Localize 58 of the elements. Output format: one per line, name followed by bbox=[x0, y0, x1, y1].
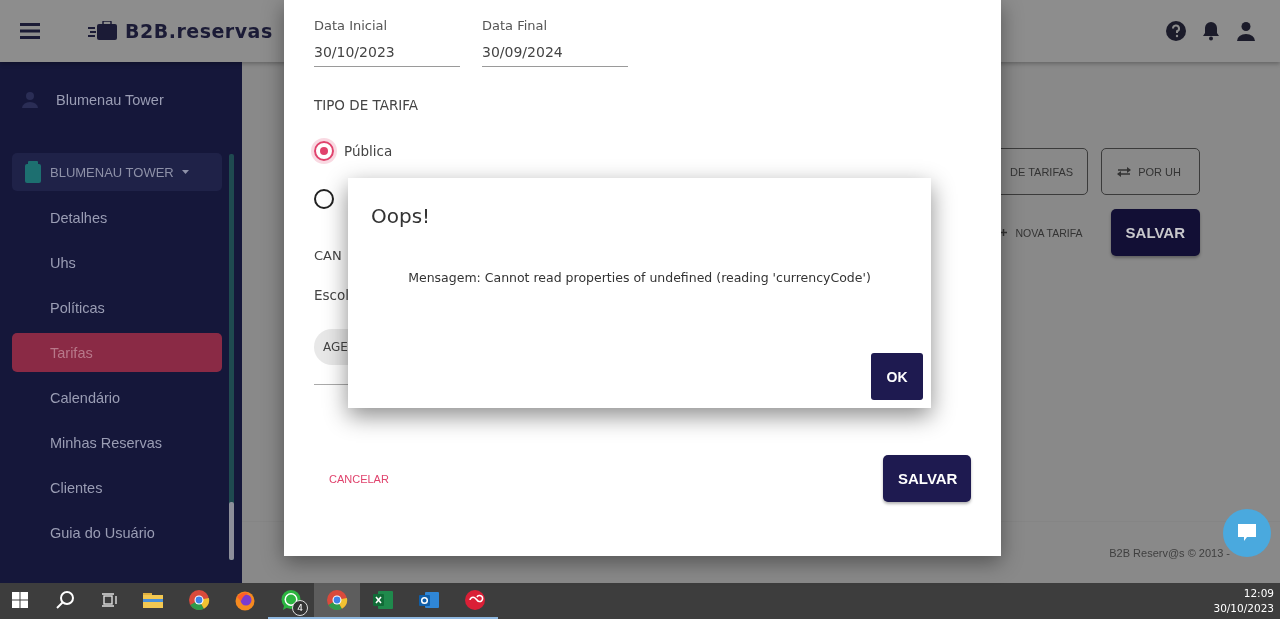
field-value: 30/10/2023 bbox=[314, 44, 396, 60]
clock-date: 30/10/2023 bbox=[1213, 601, 1274, 616]
round-logo-icon bbox=[326, 589, 348, 611]
save-button[interactable]: SALVAR bbox=[1110, 209, 1200, 256]
alert-title: Oops! bbox=[371, 204, 432, 228]
taskbar-app[interactable] bbox=[314, 583, 360, 619]
date-field[interactable]: Data Final 30/09/2024 bbox=[482, 18, 628, 67]
date-field[interactable]: Data Inicial 30/10/2023 bbox=[314, 18, 460, 67]
save-button[interactable]: SALVAR bbox=[883, 455, 971, 502]
briefcase-icon bbox=[88, 21, 118, 41]
account-name: Blumenau Tower bbox=[56, 92, 164, 108]
scrollbar[interactable] bbox=[229, 154, 234, 560]
fox-icon bbox=[234, 589, 256, 611]
sidebar-item[interactable]: Clientes bbox=[12, 468, 222, 507]
radio-label: Pública bbox=[344, 143, 393, 159]
ring-logo-icon bbox=[464, 589, 486, 611]
clock[interactable]: 12:09 30/10/2023 bbox=[1213, 583, 1280, 619]
section-title: CAN bbox=[314, 248, 342, 263]
user-icon bbox=[22, 92, 38, 108]
property-selector[interactable]: BLUMENAU TOWER bbox=[12, 153, 222, 191]
sidebar-item[interactable]: Uhs bbox=[12, 243, 222, 282]
chat-button[interactable] bbox=[1223, 509, 1271, 557]
per-unit-button[interactable]: POR UH bbox=[1101, 148, 1200, 195]
field-label: Data Final bbox=[482, 18, 549, 33]
help-icon bbox=[1166, 21, 1186, 41]
radio-button[interactable] bbox=[314, 189, 334, 209]
clock-time: 12:09 bbox=[1243, 586, 1274, 601]
sidebar-item[interactable]: Detalhes bbox=[12, 198, 222, 237]
sidebar-item[interactable]: Políticas bbox=[12, 288, 222, 327]
copyright-text: B2B Reserv@s © 2013 - bbox=[1109, 546, 1230, 559]
hint-text: Escol bbox=[314, 287, 349, 303]
sidebar-item[interactable]: Minhas Reservas bbox=[12, 423, 222, 462]
brand-logo: B2B.reservas bbox=[125, 20, 273, 42]
caret-icon bbox=[181, 170, 189, 174]
round-logo-icon bbox=[188, 589, 210, 611]
field-value: 30/09/2024 bbox=[482, 44, 564, 60]
spreadsheet-icon bbox=[372, 590, 394, 610]
building-icon bbox=[24, 161, 42, 183]
menu-icon bbox=[20, 23, 40, 39]
folder-icon bbox=[142, 591, 164, 609]
bell-icon bbox=[1202, 21, 1220, 41]
task-view-icon bbox=[102, 593, 118, 607]
user-icon bbox=[1236, 21, 1256, 41]
menu-button[interactable] bbox=[20, 23, 40, 39]
scrollbar-thumb[interactable] bbox=[229, 502, 234, 560]
swap-icon bbox=[1116, 166, 1133, 177]
sidebar-item[interactable]: Calendário bbox=[12, 378, 222, 417]
section-title: TIPO DE TARIFA bbox=[314, 97, 420, 113]
sidebar-item[interactable]: Guia do Usuário bbox=[12, 513, 222, 552]
alert-message: Mensagem: Cannot read properties of undefined (reading 'currencyCode') bbox=[407, 270, 872, 285]
radio-button[interactable] bbox=[314, 141, 334, 161]
notification-badge: 4 bbox=[292, 600, 308, 616]
mail-icon bbox=[418, 590, 440, 610]
search-icon bbox=[55, 590, 75, 610]
field-label: Data Inicial bbox=[314, 18, 389, 33]
windows-icon bbox=[12, 592, 28, 608]
cancel-link[interactable]: CANCELAR bbox=[329, 472, 389, 485]
ok-button[interactable]: OK bbox=[871, 353, 923, 400]
